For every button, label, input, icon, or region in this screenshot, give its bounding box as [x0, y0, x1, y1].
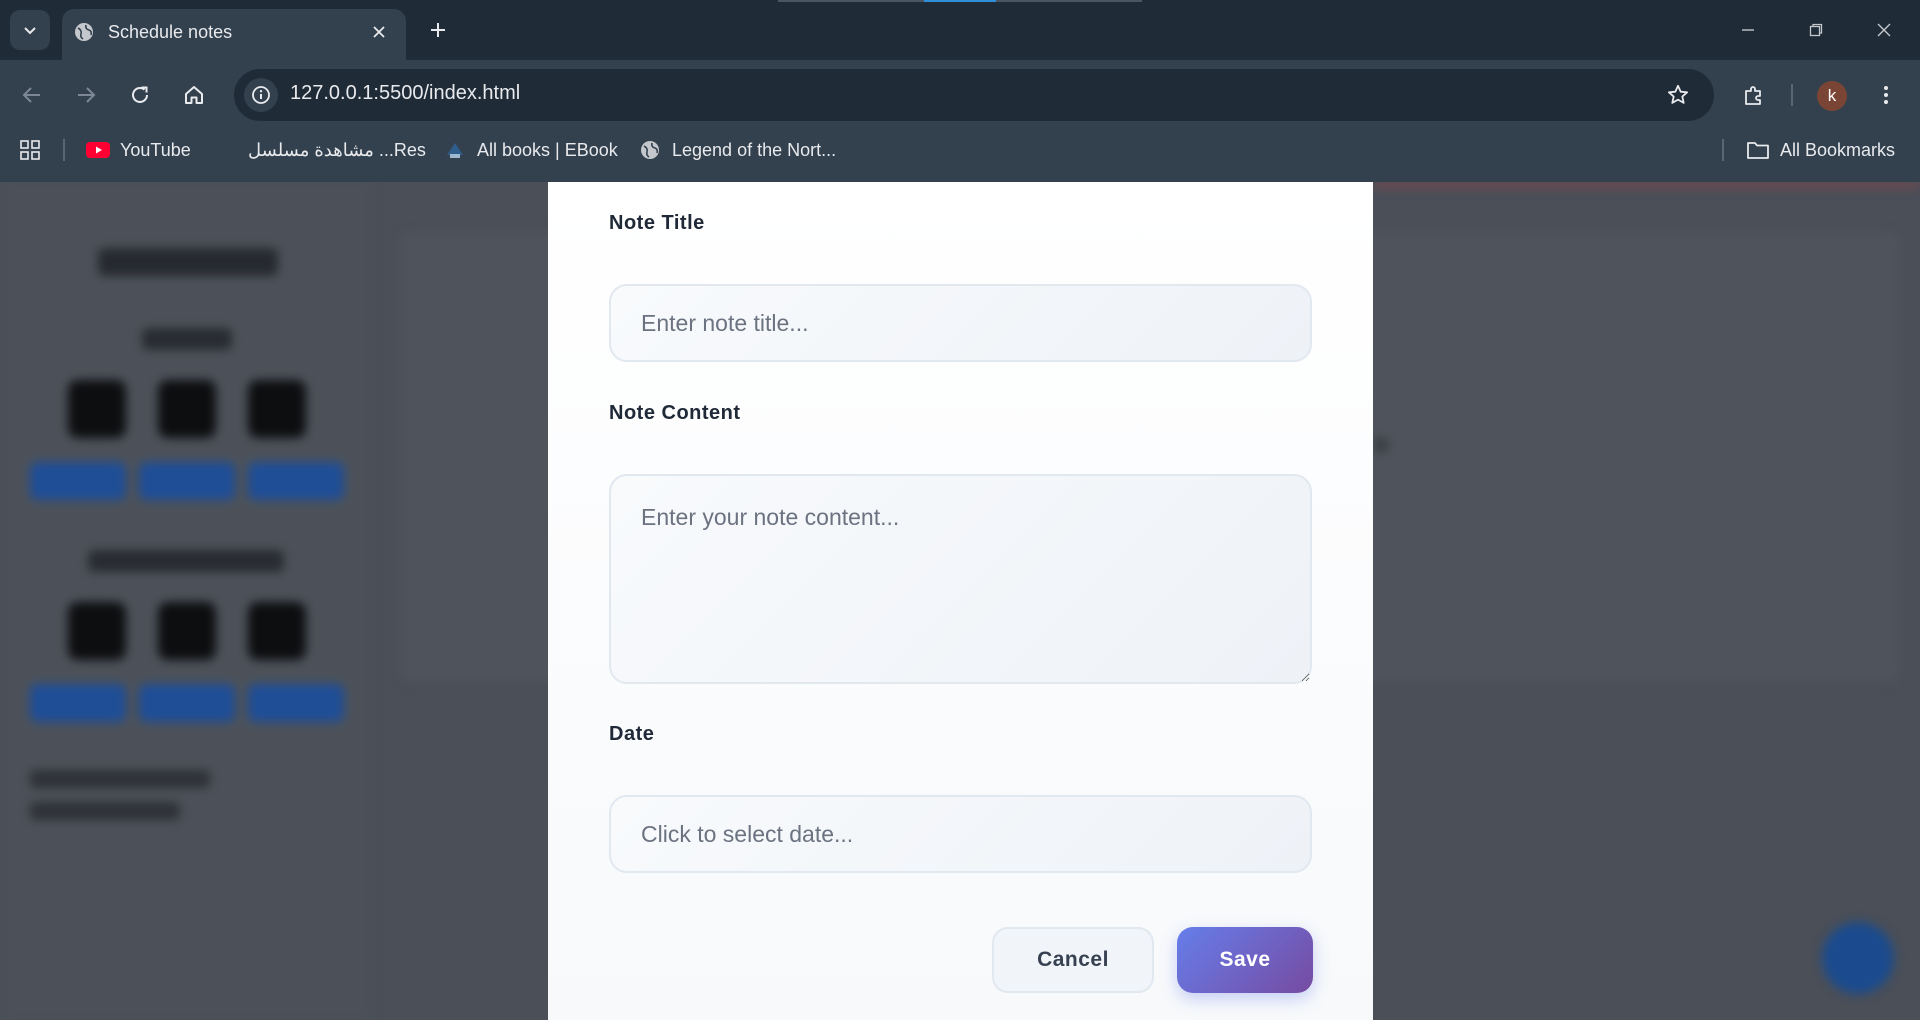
- ebook-icon: [443, 138, 467, 162]
- puzzle-icon: [1745, 86, 1761, 105]
- reload-icon: [132, 86, 148, 103]
- folder-icon: [1746, 138, 1770, 162]
- background-subheading: [88, 550, 284, 572]
- bookmarks-separator: [1722, 139, 1724, 161]
- avatar[interactable]: k: [1817, 81, 1847, 111]
- cancel-button[interactable]: Cancel: [992, 927, 1154, 993]
- bookmark-label: Legend of the Nort...: [672, 139, 837, 160]
- background-tile: [68, 380, 126, 438]
- restore-icon: [1809, 23, 1823, 37]
- extensions-button[interactable]: [1734, 75, 1774, 115]
- background-text: [30, 770, 210, 788]
- page-viewport: Note Title Note Content Date Cancel Save: [0, 182, 1920, 1020]
- tab-active[interactable]: Schedule notes: [62, 9, 406, 60]
- bookmark-label: مشاهدة مسلسل ...Res: [248, 139, 426, 160]
- background-fab: [1822, 922, 1894, 994]
- background-heading: [98, 248, 278, 276]
- background-subheading: [142, 328, 232, 350]
- globe-icon: [73, 21, 95, 43]
- minimize-button[interactable]: [1732, 14, 1764, 46]
- info-icon: [252, 86, 270, 104]
- browser-menu-button[interactable]: [1866, 75, 1906, 115]
- more-vertical-icon: [1884, 86, 1888, 104]
- site-info-button[interactable]: [244, 78, 278, 112]
- note-title-label: Note Title: [609, 212, 705, 234]
- close-icon: [373, 26, 385, 38]
- star-icon: [1668, 84, 1688, 104]
- youtube-icon: [86, 138, 110, 162]
- background-button: [248, 462, 344, 500]
- background-text: [30, 802, 180, 820]
- bookmark-star-button[interactable]: [1664, 81, 1692, 109]
- close-tab-button[interactable]: [367, 20, 391, 44]
- note-content-label: Note Content: [609, 402, 741, 424]
- background-tile: [248, 380, 306, 438]
- tab-search-button[interactable]: [10, 10, 50, 50]
- plus-icon: [431, 23, 445, 37]
- background-button: [139, 684, 235, 722]
- globe-icon: [638, 138, 662, 162]
- date-label: Date: [609, 723, 655, 745]
- home-icon: [185, 86, 203, 104]
- tab-strip-edge-highlight: [924, 0, 996, 2]
- background-button: [248, 684, 344, 722]
- url-text: 127.0.0.1:5500/index.html: [290, 82, 521, 104]
- bookmarks-separator: [63, 139, 65, 161]
- browser-toolbar: 127.0.0.1:5500/index.html k: [0, 60, 1920, 130]
- note-title-input[interactable]: [609, 284, 1312, 362]
- apps-button[interactable]: [18, 130, 42, 170]
- chevron-down-icon: [24, 27, 36, 35]
- background-marker: [1374, 438, 1388, 452]
- address-bar[interactable]: 127.0.0.1:5500/index.html: [234, 69, 1714, 121]
- background-button: [30, 684, 126, 722]
- bookmark-legend[interactable]: Legend of the Nort...: [638, 130, 836, 170]
- arrow-left-icon: [22, 87, 40, 103]
- restore-button[interactable]: [1800, 14, 1832, 46]
- reload-button[interactable]: [120, 75, 160, 115]
- forward-button[interactable]: [66, 75, 106, 115]
- bookmark-label: All books | EBook: [477, 139, 618, 160]
- background-button: [139, 462, 235, 500]
- note-modal: Note Title Note Content Date Cancel Save: [548, 182, 1373, 1020]
- date-input[interactable]: [609, 795, 1312, 873]
- arrow-right-icon: [78, 87, 96, 103]
- home-button[interactable]: [174, 75, 214, 115]
- bookmark-series[interactable]: مشاهدة مسلسل ...Res: [214, 130, 426, 170]
- bookmark-youtube[interactable]: YouTube: [86, 130, 191, 170]
- save-button[interactable]: Save: [1177, 927, 1313, 993]
- background-tile: [158, 602, 216, 660]
- all-bookmarks-button[interactable]: All Bookmarks: [1746, 130, 1895, 170]
- bookmark-favicon: [214, 138, 238, 162]
- bookmarks-bar: YouTube مشاهدة مسلسل ...Res All books | …: [0, 130, 1920, 182]
- note-content-textarea[interactable]: [609, 474, 1312, 684]
- toolbar-separator: [1791, 84, 1793, 106]
- background-tile: [248, 602, 306, 660]
- new-tab-button[interactable]: [422, 14, 454, 46]
- background-tile: [68, 602, 126, 660]
- tab-strip: Schedule notes: [0, 0, 1920, 60]
- background-tile: [158, 380, 216, 438]
- background-accent-line: [1373, 182, 1920, 188]
- bookmark-label: YouTube: [120, 139, 191, 160]
- background-sidebar: [0, 182, 372, 1020]
- bookmark-ebook[interactable]: All books | EBook: [443, 130, 618, 170]
- all-bookmarks-label: All Bookmarks: [1780, 139, 1896, 160]
- minimize-icon: [1742, 29, 1754, 31]
- apps-grid-icon: [18, 138, 42, 162]
- background-button: [30, 462, 126, 500]
- tab-title: Schedule notes: [108, 22, 233, 42]
- close-icon: [1877, 23, 1891, 37]
- close-window-button[interactable]: [1868, 14, 1900, 46]
- back-button[interactable]: [12, 75, 52, 115]
